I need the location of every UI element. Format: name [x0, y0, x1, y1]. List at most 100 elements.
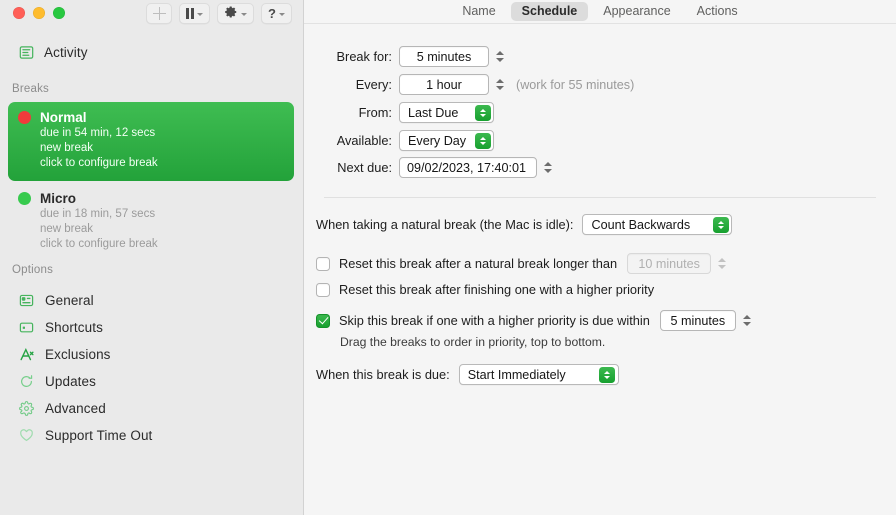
reset-after-natural-checkbox[interactable] [316, 257, 330, 271]
from-popup-button[interactable]: Last Due [399, 102, 494, 123]
sidebar-item-general[interactable]: General [12, 287, 292, 314]
break-for-field[interactable]: 5 minutes [399, 46, 489, 67]
popup-chevrons-icon [475, 133, 491, 149]
stepper-down-icon[interactable] [496, 58, 504, 62]
sidebar-item-label: General [45, 293, 94, 308]
stepper-up-icon[interactable] [496, 51, 504, 55]
every-stepper[interactable] [494, 75, 506, 95]
activity-icon [18, 44, 35, 61]
sidebar-item-exclusions[interactable]: Exclusions [12, 341, 292, 368]
reset-after-higher-row: Reset this break after finishing one wit… [316, 282, 654, 297]
next-due-value: 09/02/2023, 17:40:01 [400, 161, 533, 175]
reset-after-natural-label: Reset this break after a natural break l… [339, 256, 617, 271]
break-for-value: 5 minutes [410, 50, 479, 64]
break-name: Micro [40, 191, 76, 206]
break-title-line: Normal [18, 110, 284, 125]
tab-schedule[interactable]: Schedule [511, 2, 589, 21]
breaks-list: Normal due in 54 min, 12 secs new break … [8, 102, 294, 264]
natural-break-popup-button[interactable]: Count Backwards [582, 214, 732, 235]
time-out-window: ? Activity Breaks Normal [0, 0, 896, 515]
sidebar-item-shortcuts[interactable]: Shortcuts [12, 314, 292, 341]
tab-actions[interactable]: Actions [686, 2, 749, 21]
natural-break-threshold-stepper[interactable] [716, 254, 728, 274]
question-mark-icon: ? [268, 7, 276, 20]
sidebar-item-advanced[interactable]: Advanced [12, 395, 292, 422]
skip-if-higher-row: Skip this break if one with a higher pri… [316, 310, 753, 331]
stepper-up-icon[interactable] [496, 79, 504, 83]
chevron-down-icon [241, 13, 247, 16]
sidebar-item-label: Shortcuts [45, 320, 103, 335]
available-value: Every Day [408, 134, 475, 148]
popup-chevrons-icon [713, 217, 729, 233]
sidebar-section-options: Options [0, 264, 53, 276]
options-list: General Shortcuts [12, 287, 292, 449]
shortcuts-icon [18, 319, 35, 336]
break-status-dot-icon [18, 192, 31, 205]
break-name: Normal [40, 110, 87, 125]
help-button[interactable]: ? [261, 3, 292, 24]
break-item-normal[interactable]: Normal due in 54 min, 12 secs new break … [8, 102, 294, 181]
available-popup-button[interactable]: Every Day [399, 130, 494, 151]
stepper-up-icon[interactable] [718, 258, 726, 262]
reset-after-higher-checkbox[interactable] [316, 283, 330, 297]
skip-if-higher-label: Skip this break if one with a higher pri… [339, 313, 650, 328]
break-hint-text: click to configure break [40, 237, 284, 252]
pause-button[interactable] [179, 3, 210, 24]
next-due-field[interactable]: 09/02/2023, 17:40:01 [399, 157, 537, 178]
when-due-popup-button[interactable]: Start Immediately [459, 364, 619, 385]
stepper-down-icon[interactable] [718, 265, 726, 269]
main-panel: Name Schedule Appearance Actions Break f… [304, 0, 896, 515]
add-break-button[interactable] [146, 3, 172, 24]
stepper-down-icon[interactable] [496, 86, 504, 90]
break-hint-text: click to configure break [40, 156, 284, 171]
skip-if-higher-checkbox[interactable] [316, 314, 330, 328]
break-status-text: new break [40, 222, 284, 237]
stepper-up-icon[interactable] [544, 162, 552, 166]
from-value: Last Due [408, 106, 475, 120]
break-title-line: Micro [18, 191, 284, 206]
sidebar-item-label: Advanced [45, 401, 106, 416]
natural-break-label: When taking a natural break (the Mac is … [316, 217, 573, 232]
pause-icon [186, 8, 194, 19]
every-field[interactable]: 1 hour [399, 74, 489, 95]
settings-button[interactable] [217, 3, 254, 24]
natural-break-threshold-field[interactable]: 10 minutes [627, 253, 711, 274]
from-row: From: Last Due [312, 102, 494, 123]
sidebar-item-activity[interactable]: Activity [12, 41, 94, 63]
stepper-up-icon[interactable] [743, 315, 751, 319]
break-details: due in 18 min, 57 secs new break click t… [40, 207, 284, 252]
tab-name[interactable]: Name [451, 2, 506, 21]
maximize-window-button[interactable] [53, 7, 65, 19]
next-due-stepper[interactable] [542, 158, 554, 178]
skip-window-field[interactable]: 5 minutes [660, 310, 736, 331]
break-for-stepper[interactable] [494, 47, 506, 67]
sidebar-item-support-time-out[interactable]: Support Time Out [12, 422, 292, 449]
heart-icon [18, 427, 35, 444]
tab-appearance[interactable]: Appearance [592, 2, 681, 21]
chevron-down-icon [197, 13, 203, 16]
when-due-row: When this break is due: Start Immediatel… [316, 364, 619, 385]
available-row: Available: Every Day [312, 130, 494, 151]
break-status-text: new break [40, 141, 284, 156]
every-row: Every: 1 hour (work for 55 minutes) [312, 74, 634, 95]
break-item-micro[interactable]: Micro due in 18 min, 57 secs new break c… [8, 183, 294, 262]
traffic-light-controls [13, 7, 65, 19]
stepper-down-icon[interactable] [743, 322, 751, 326]
sidebar-item-updates[interactable]: Updates [12, 368, 292, 395]
natural-break-value: Count Backwards [591, 218, 713, 232]
chevron-down-icon [279, 13, 285, 16]
updates-icon [18, 373, 35, 390]
advanced-gear-icon [18, 400, 35, 417]
sidebar-section-breaks: Breaks [0, 83, 49, 95]
sidebar-item-label: Support Time Out [45, 428, 152, 443]
exclusions-icon [18, 346, 35, 363]
when-due-value: Start Immediately [468, 368, 600, 382]
skip-window-stepper[interactable] [741, 311, 753, 331]
section-divider [324, 197, 876, 198]
reset-after-natural-row: Reset this break after a natural break l… [316, 253, 728, 274]
close-window-button[interactable] [13, 7, 25, 19]
sidebar-item-label: Activity [44, 45, 88, 60]
stepper-down-icon[interactable] [544, 169, 552, 173]
minimize-window-button[interactable] [33, 7, 45, 19]
break-due-text: due in 18 min, 57 secs [40, 207, 284, 222]
